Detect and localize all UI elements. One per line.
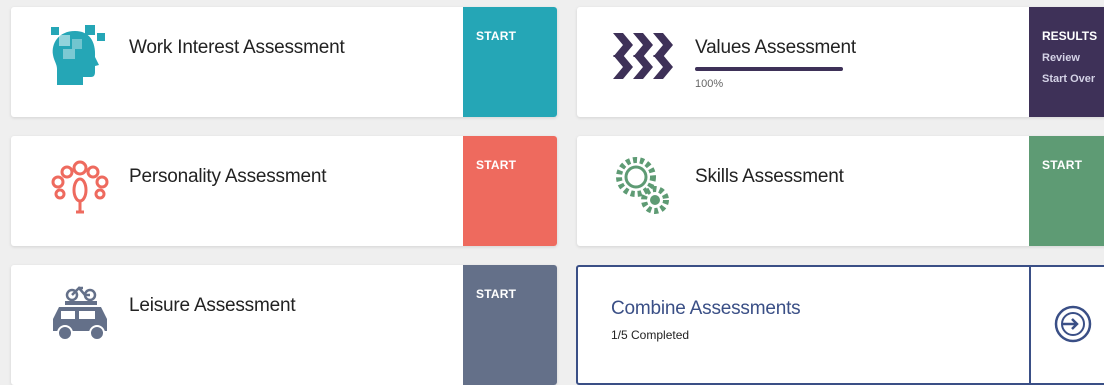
results-label: RESULTS [1042, 29, 1098, 43]
personality-start-panel[interactable]: START [463, 136, 557, 246]
start-over-link[interactable]: Start Over [1042, 73, 1095, 85]
head-puzzle-icon [45, 25, 115, 87]
gears-icon [611, 154, 681, 216]
personality-card[interactable]: Personality Assessment START [11, 136, 557, 246]
skills-start-button[interactable]: START [1042, 158, 1082, 172]
review-link[interactable]: Review [1042, 52, 1080, 64]
combine-status: 1/5 Completed [611, 328, 690, 342]
car-bike-icon [45, 283, 115, 345]
chevrons-icon [611, 25, 681, 87]
leisure-title: Leisure Assessment [129, 295, 296, 316]
work-interest-start-button[interactable]: START [476, 29, 516, 43]
combine-divider [1029, 267, 1031, 383]
values-title: Values Assessment [695, 37, 856, 58]
values-card[interactable]: Values Assessment 100% RESULTS Review St… [577, 7, 1104, 117]
peacock-icon [45, 154, 115, 216]
values-progress-bar [695, 67, 843, 71]
work-interest-title: Work Interest Assessment [129, 37, 345, 58]
leisure-card[interactable]: Leisure Assessment START [11, 265, 557, 385]
skills-title: Skills Assessment [695, 166, 844, 187]
values-progress-text: 100% [695, 78, 724, 90]
leisure-start-panel[interactable]: START [463, 265, 557, 385]
combine-assessments-card[interactable]: Combine Assessments 1/5 Completed [576, 265, 1104, 385]
sign-in-circle-icon[interactable] [1053, 304, 1093, 344]
combine-title[interactable]: Combine Assessments [611, 298, 801, 320]
personality-title: Personality Assessment [129, 166, 327, 187]
personality-start-button[interactable]: START [476, 158, 516, 172]
values-progress-fill [695, 67, 843, 71]
work-interest-start-panel[interactable]: START [463, 7, 557, 117]
skills-card[interactable]: Skills Assessment START [577, 136, 1104, 246]
work-interest-card[interactable]: Work Interest Assessment START [11, 7, 557, 117]
leisure-start-button[interactable]: START [476, 287, 516, 301]
skills-start-panel[interactable]: START [1029, 136, 1104, 246]
values-results-panel: RESULTS Review Start Over [1029, 7, 1104, 117]
